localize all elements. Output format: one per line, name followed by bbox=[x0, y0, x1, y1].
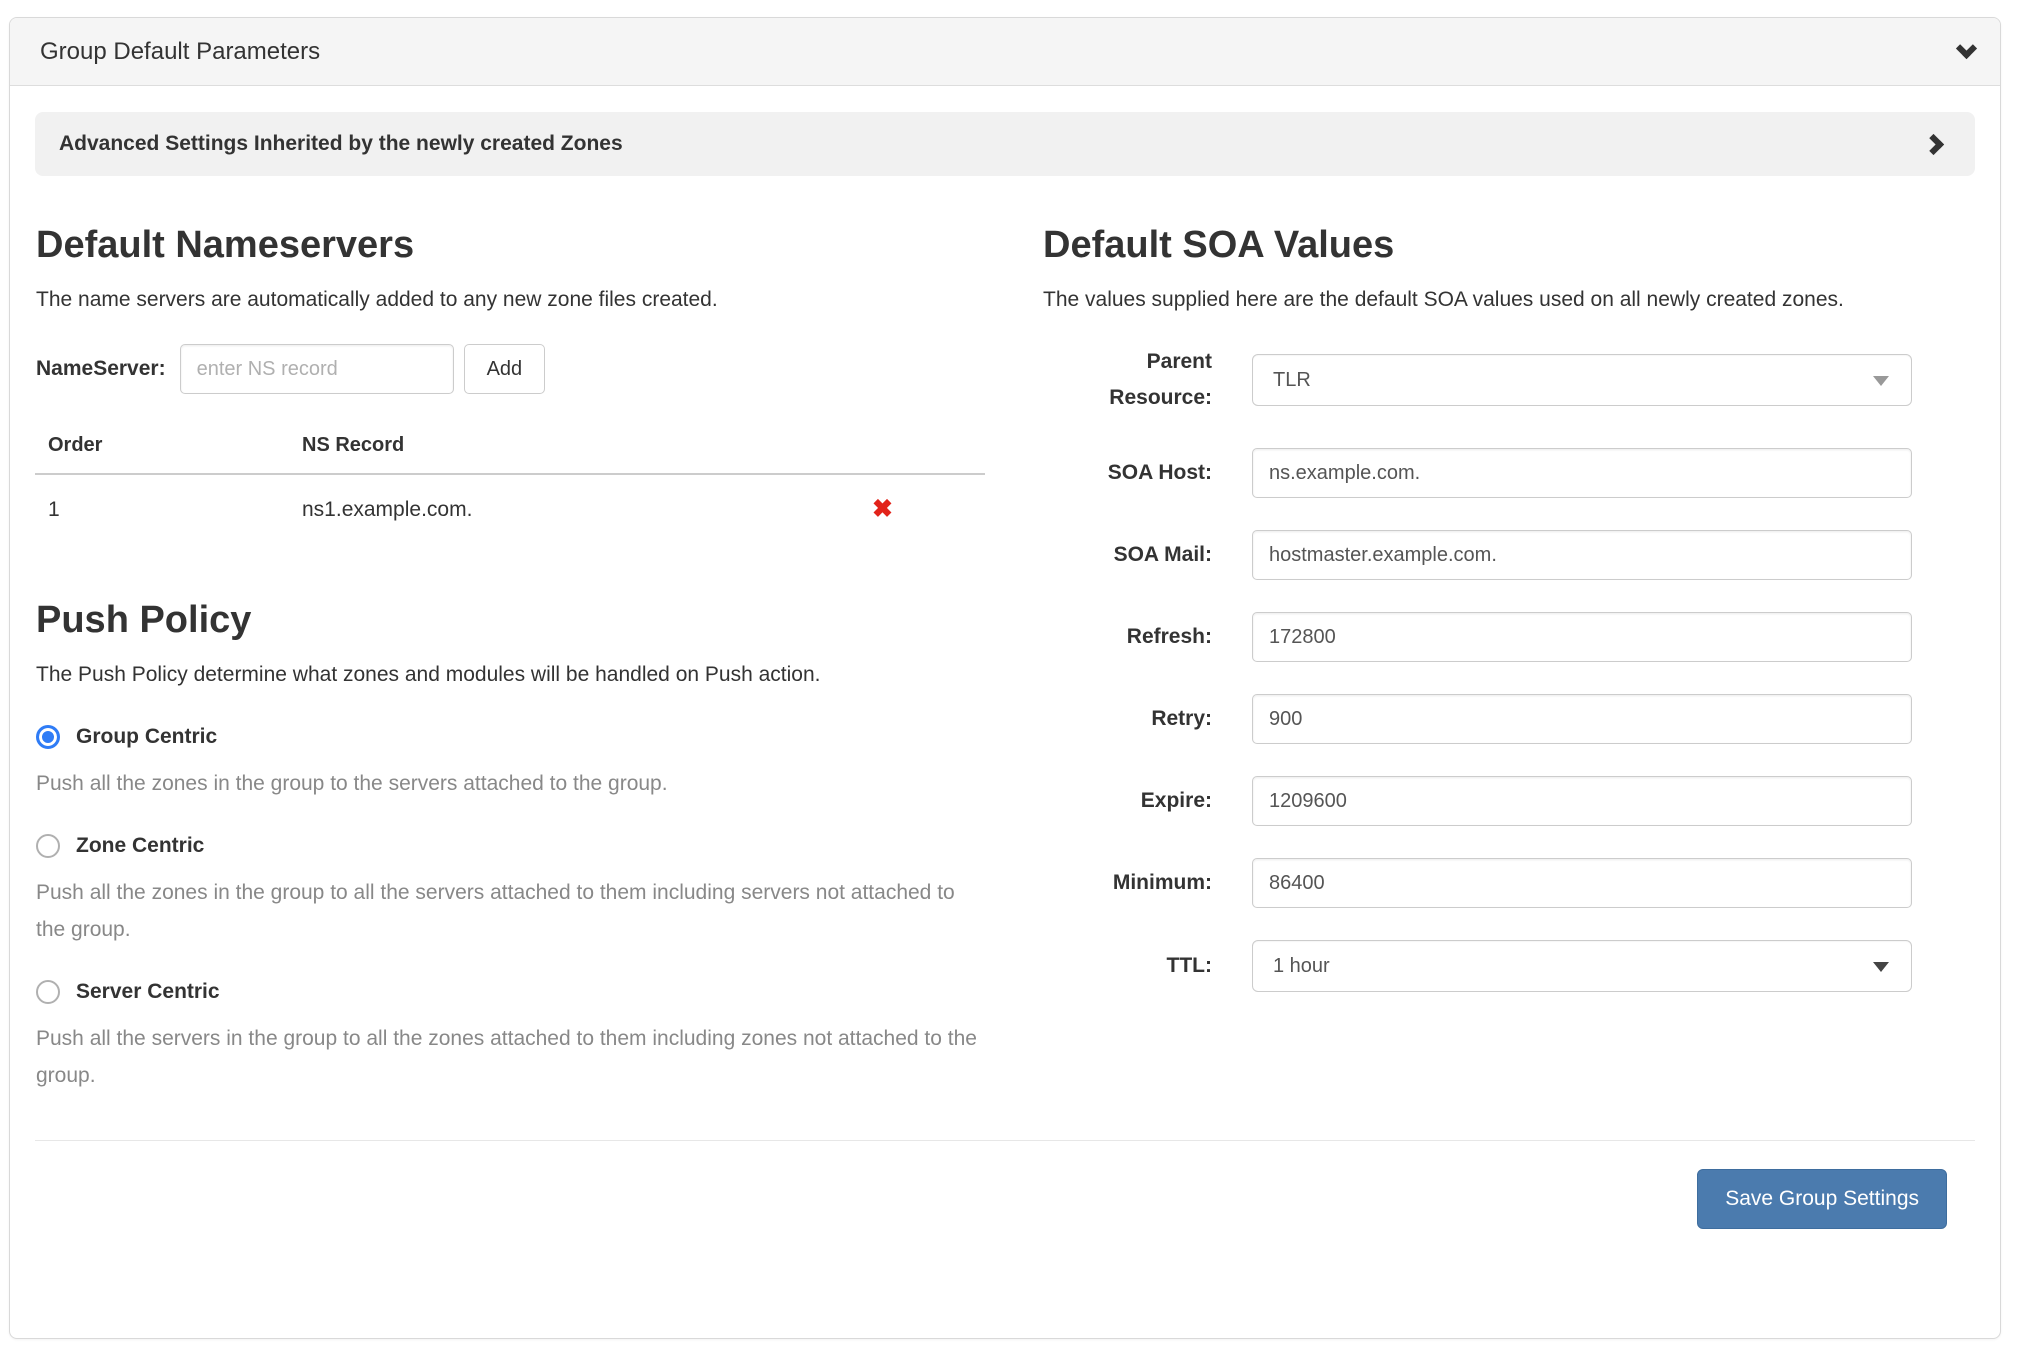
nameservers-description: The name servers are automatically added… bbox=[36, 281, 985, 318]
refresh-input[interactable] bbox=[1252, 612, 1912, 662]
default-nameservers-heading: Default Nameservers bbox=[36, 224, 985, 267]
radio-label: Server Centric bbox=[76, 980, 220, 1004]
retry-row: Retry: bbox=[1042, 694, 1912, 744]
expire-label: Expire: bbox=[1042, 783, 1212, 819]
footer: Save Group Settings bbox=[35, 1169, 1947, 1229]
order-cell: 1 bbox=[35, 474, 289, 535]
caret-down-icon bbox=[1873, 376, 1889, 386]
save-group-settings-button[interactable]: Save Group Settings bbox=[1697, 1169, 1947, 1229]
ns-record-cell: ns1.example.com. bbox=[289, 474, 859, 535]
table-row: 1 ns1.example.com. ✖ bbox=[35, 474, 985, 535]
radio-label: Group Centric bbox=[76, 725, 217, 749]
soa-mail-input[interactable] bbox=[1252, 530, 1912, 580]
soa-host-row: SOA Host: bbox=[1042, 448, 1912, 498]
order-column-header: Order bbox=[35, 434, 289, 474]
minimum-input[interactable] bbox=[1252, 858, 1912, 908]
retry-label: Retry: bbox=[1042, 701, 1212, 737]
footer-divider bbox=[35, 1140, 1975, 1141]
advanced-settings-bar[interactable]: Advanced Settings Inherited by the newly… bbox=[35, 112, 1975, 176]
panel-body: Advanced Settings Inherited by the newly… bbox=[10, 86, 2000, 1229]
ttl-select[interactable]: 1 hour bbox=[1252, 940, 1912, 992]
soa-description: The values supplied here are the default… bbox=[1043, 281, 1912, 318]
radio-button-icon[interactable] bbox=[36, 834, 60, 858]
parent-resource-label: Parent Resource: bbox=[1042, 344, 1212, 416]
caret-down-icon bbox=[1873, 962, 1889, 972]
minimum-label: Minimum: bbox=[1042, 865, 1212, 901]
panel-title: Group Default Parameters bbox=[40, 38, 1959, 66]
chevron-down-icon bbox=[1956, 38, 1977, 59]
radio-group-centric[interactable]: Group Centric bbox=[36, 725, 985, 749]
radio-description: Push all the zones in the group to all t… bbox=[36, 874, 985, 948]
radio-button-icon[interactable] bbox=[36, 980, 60, 1004]
panel-header[interactable]: Group Default Parameters bbox=[10, 18, 2000, 86]
radio-button-icon[interactable] bbox=[36, 725, 60, 749]
soa-mail-label: SOA Mail: bbox=[1042, 537, 1212, 573]
radio-description: Push all the zones in the group to the s… bbox=[36, 765, 985, 802]
parent-resource-select[interactable]: TLR bbox=[1252, 354, 1912, 406]
push-policy-description: The Push Policy determine what zones and… bbox=[36, 656, 985, 693]
ttl-label: TTL: bbox=[1042, 948, 1212, 984]
add-button[interactable]: Add bbox=[464, 344, 546, 394]
soa-section: Default SOA Values The values supplied h… bbox=[1042, 224, 1912, 1102]
push-policy-heading: Push Policy bbox=[36, 599, 985, 642]
ttl-row: TTL: 1 hour bbox=[1042, 940, 1912, 992]
parent-resource-value: TLR bbox=[1273, 369, 1311, 392]
group-default-parameters-panel: Group Default Parameters Advanced Settin… bbox=[9, 17, 2001, 1339]
refresh-label: Refresh: bbox=[1042, 619, 1212, 655]
advanced-settings-label: Advanced Settings Inherited by the newly… bbox=[59, 132, 1932, 156]
parent-resource-row: Parent Resource: TLR bbox=[1042, 344, 1912, 416]
retry-input[interactable] bbox=[1252, 694, 1912, 744]
delete-icon[interactable]: ✖ bbox=[872, 495, 893, 523]
minimum-row: Minimum: bbox=[1042, 858, 1912, 908]
soa-mail-row: SOA Mail: bbox=[1042, 530, 1912, 580]
radio-server-centric[interactable]: Server Centric bbox=[36, 980, 985, 1004]
radio-label: Zone Centric bbox=[76, 834, 204, 858]
nameserver-input[interactable] bbox=[180, 344, 454, 394]
nameserver-label: NameServer: bbox=[36, 357, 166, 381]
soa-host-input[interactable] bbox=[1252, 448, 1912, 498]
expire-row: Expire: bbox=[1042, 776, 1912, 826]
default-soa-values-heading: Default SOA Values bbox=[1043, 224, 1912, 267]
soa-host-label: SOA Host: bbox=[1042, 455, 1212, 491]
radio-description: Push all the servers in the group to all… bbox=[36, 1020, 985, 1094]
expire-input[interactable] bbox=[1252, 776, 1912, 826]
nameserver-form: NameServer: Add bbox=[36, 344, 985, 394]
nameservers-section: Default Nameservers The name servers are… bbox=[35, 224, 985, 1102]
content-columns: Default Nameservers The name servers are… bbox=[35, 224, 1975, 1102]
refresh-row: Refresh: bbox=[1042, 612, 1912, 662]
nameserver-table: Order NS Record 1 ns1.example.com. ✖ bbox=[35, 434, 985, 535]
ttl-value: 1 hour bbox=[1273, 955, 1330, 978]
actions-column-header bbox=[859, 434, 985, 474]
radio-zone-centric[interactable]: Zone Centric bbox=[36, 834, 985, 858]
ns-record-column-header: NS Record bbox=[289, 434, 859, 474]
